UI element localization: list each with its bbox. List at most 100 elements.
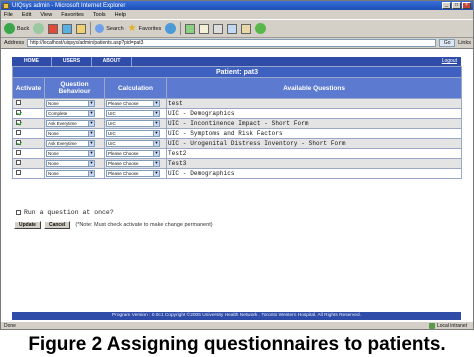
page-content: HOME USERS ABOUT Logout Patient: pat3 Ac… <box>1 48 473 321</box>
question-name: UIC - Demographics <box>165 108 463 119</box>
header-calculation: Calculation <box>104 77 167 99</box>
calculation-cell: Please Choose ▼ <box>104 98 167 109</box>
activate-checkbox[interactable] <box>16 110 21 116</box>
behaviour-select[interactable]: None ▼ <box>46 159 95 167</box>
questionnaire-table: Patient: pat3 Activate Question Behaviou… <box>11 66 463 179</box>
table-row: Ask Everytime ▼ UIC ▼ UIC - Incontinence Imp… <box>12 118 463 129</box>
home-button[interactable] <box>76 23 87 34</box>
question-name: Test3 <box>165 158 463 169</box>
activate-checkbox[interactable] <box>16 100 21 106</box>
back-arrow-icon <box>4 23 15 34</box>
nav-users[interactable]: USERS <box>52 57 92 66</box>
menu-item-file[interactable]: File <box>4 12 13 18</box>
calculation-select[interactable]: UIC ▼ <box>106 109 160 117</box>
activate-checkbox[interactable] <box>16 150 21 156</box>
menu-item-help[interactable]: Help <box>115 12 126 18</box>
print-icon <box>213 23 224 34</box>
menu-item-edit[interactable]: Edit <box>22 12 31 18</box>
table-row: Ask Everytime ▼ UIC ▼ UIC - Urogenital Distr… <box>12 138 463 149</box>
go-button[interactable]: Go <box>439 38 456 47</box>
calculation-cell: UIC ▼ <box>104 138 167 149</box>
behaviour-select[interactable]: None ▼ <box>46 169 95 177</box>
address-input[interactable]: http://localhost/uiqsys/admin/patients.a… <box>27 38 437 47</box>
star-icon: ★ <box>127 22 137 34</box>
stop-button[interactable] <box>48 23 59 34</box>
behaviour-select[interactable]: Complete ▼ <box>46 109 95 117</box>
menu-item-favorites[interactable]: Favorites <box>61 12 84 18</box>
chevron-down-icon: ▼ <box>88 159 94 166</box>
forward-arrow-icon <box>33 23 45 34</box>
update-button[interactable]: Update <box>14 221 41 229</box>
edit-button[interactable] <box>227 23 238 34</box>
window-title: UIQsys admin - Microsoft Internet Explor… <box>12 2 126 9</box>
calculation-select[interactable]: UIC ▼ <box>106 129 160 137</box>
question-name: Test2 <box>165 148 463 159</box>
calculation-select[interactable]: UIC ▼ <box>106 119 160 127</box>
cancel-button[interactable]: Cancel <box>43 221 71 229</box>
calculation-value: UIC <box>108 110 116 116</box>
media-button[interactable] <box>165 23 177 34</box>
messenger-button[interactable] <box>255 23 267 34</box>
logout-link[interactable]: Logout <box>442 57 457 66</box>
calculation-select[interactable]: UIC ▼ <box>106 139 160 147</box>
calculation-value: UIC <box>108 130 116 136</box>
activate-cell <box>12 138 45 149</box>
calculation-select[interactable]: Please Choose ▼ <box>106 99 160 107</box>
behaviour-select[interactable]: None ▼ <box>46 99 95 107</box>
favorites-button[interactable]: ★ Favorites <box>127 22 162 34</box>
header-questions: Available Questions <box>165 77 463 99</box>
activate-checkbox[interactable] <box>16 140 21 146</box>
behaviour-cell: Ask Everytime ▼ <box>44 118 105 129</box>
behaviour-cell: None ▼ <box>44 98 105 109</box>
run-once-checkbox[interactable] <box>16 210 21 215</box>
media-icon <box>165 23 177 34</box>
menu-bar: File Edit View Favorites Tools Help <box>1 10 473 19</box>
minimize-button[interactable]: _ <box>442 2 451 9</box>
behaviour-select[interactable]: None ▼ <box>46 149 95 157</box>
calculation-select[interactable]: Please Choose ▼ <box>106 149 160 157</box>
behaviour-cell: Ask Everytime ▼ <box>44 138 105 149</box>
behaviour-value: None <box>48 100 59 106</box>
messenger-icon <box>255 23 267 34</box>
behaviour-select[interactable]: Ask Everytime ▼ <box>46 139 95 147</box>
ie-icon <box>3 2 9 9</box>
forward-button[interactable] <box>33 23 45 34</box>
activate-checkbox[interactable] <box>16 120 21 126</box>
nav-home[interactable]: HOME <box>12 57 52 66</box>
question-name: UIC - Urogenital Distress Inventory - Sh… <box>165 138 463 149</box>
history-button[interactable] <box>185 23 196 34</box>
print-button[interactable] <box>213 23 224 34</box>
calculation-select[interactable]: Please Choose ▼ <box>106 169 160 177</box>
close-button[interactable]: × <box>462 2 471 9</box>
activate-checkbox[interactable] <box>16 160 21 166</box>
nav-bar: HOME USERS ABOUT Logout <box>12 57 461 66</box>
back-button[interactable]: Back <box>4 23 29 34</box>
question-name: UIC - Symptoms and Risk Factors <box>165 128 463 139</box>
refresh-button[interactable] <box>62 23 73 34</box>
calculation-cell: UIC ▼ <box>104 118 167 129</box>
menu-item-tools[interactable]: Tools <box>93 12 106 18</box>
calculation-select[interactable]: Please Choose ▼ <box>106 159 160 167</box>
links-label[interactable]: Links <box>458 40 471 46</box>
chevron-down-icon: ▼ <box>153 139 159 146</box>
intranet-icon <box>428 323 435 329</box>
behaviour-select[interactable]: Ask Everytime ▼ <box>46 119 95 127</box>
menu-item-view[interactable]: View <box>40 12 52 18</box>
activate-cell <box>12 98 45 109</box>
search-button[interactable]: Search <box>95 24 124 33</box>
run-once-label: Run a question at once? <box>24 209 114 216</box>
activate-cell <box>12 168 45 179</box>
nav-about[interactable]: ABOUT <box>92 57 132 66</box>
edit-icon <box>227 23 238 34</box>
maximize-button[interactable]: □ <box>452 2 461 9</box>
table-row: Complete ▼ UIC ▼ UIC - Demographics <box>12 108 463 119</box>
chevron-down-icon: ▼ <box>153 129 159 136</box>
toolbar-separator <box>180 22 182 35</box>
activate-checkbox[interactable] <box>16 130 21 136</box>
mail-button[interactable] <box>199 23 210 34</box>
discuss-button[interactable] <box>241 23 252 34</box>
behaviour-select[interactable]: None ▼ <box>46 129 95 137</box>
behaviour-cell: None ▼ <box>44 158 105 169</box>
calculation-value: Please Choose <box>108 100 139 106</box>
activate-checkbox[interactable] <box>16 170 21 176</box>
